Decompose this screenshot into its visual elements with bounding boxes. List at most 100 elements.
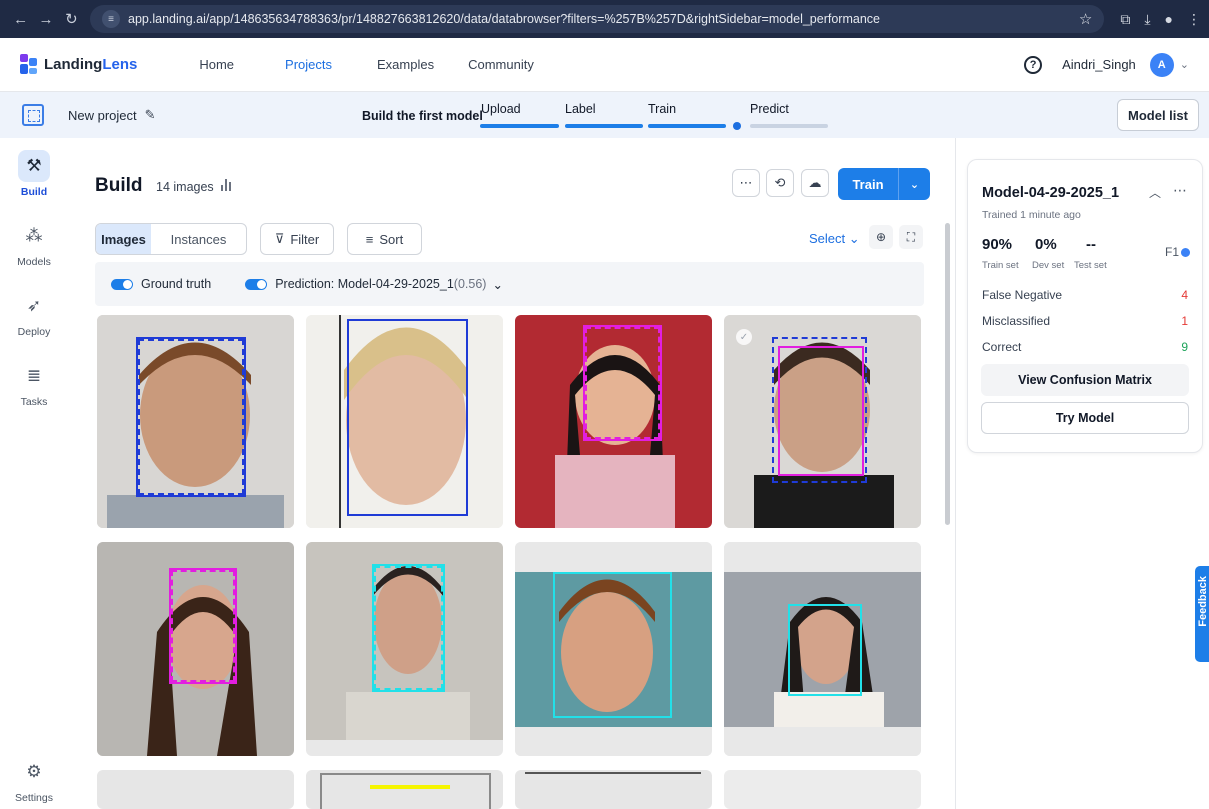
project-icon[interactable] — [22, 104, 44, 126]
test-set-score: -- — [1086, 236, 1096, 253]
image-thumbnail[interactable] — [724, 542, 921, 756]
help-icon[interactable]: ? — [1024, 55, 1043, 74]
nav-projects[interactable]: Projects — [285, 57, 332, 72]
toggle-switch[interactable] — [245, 278, 268, 290]
sidebar-item-tasks[interactable]: ≣ Tasks — [0, 360, 68, 408]
step-train[interactable]: Train — [648, 102, 676, 116]
model-name[interactable]: Model-04-29-2025_1 — [982, 185, 1119, 201]
trained-time: Trained 1 minute ago — [982, 209, 1081, 221]
step-label[interactable]: Label — [565, 102, 596, 116]
feedback-tab[interactable]: Feedback — [1195, 566, 1209, 662]
scrollbar[interactable] — [945, 223, 950, 525]
image-thumbnail[interactable] — [515, 542, 712, 756]
sidebar-item-label: Build — [20, 186, 48, 198]
step-upload-progress — [480, 124, 559, 128]
rocket-icon: ➶ — [26, 296, 42, 315]
bar-chart-icon[interactable] — [221, 179, 231, 191]
nav-community[interactable]: Community — [468, 57, 534, 72]
image-thumbnail[interactable]: ✓ — [724, 315, 921, 528]
sidebar-item-label: Tasks — [20, 396, 48, 408]
history-icon[interactable]: ⟲ — [766, 169, 794, 197]
filter-button[interactable]: ⊽ Filter — [260, 223, 334, 255]
prediction-toggle[interactable]: Prediction: Model-04-29-2025_1 (0.56) ⌄ — [245, 277, 503, 292]
ground-truth-toggle[interactable]: Ground truth — [111, 277, 211, 291]
stat-label: Correct — [982, 340, 1022, 354]
view-toggle: Images Instances — [95, 223, 247, 255]
prediction-box — [374, 566, 443, 690]
tab-images[interactable]: Images — [96, 224, 151, 254]
project-bar: New project ✎ Build the first model Uplo… — [0, 92, 1209, 138]
site-info-icon[interactable]: ≡ — [102, 10, 121, 28]
chevron-down-icon[interactable]: ⌄ — [899, 178, 930, 191]
chevron-down-icon[interactable]: ⌄ — [1180, 58, 1189, 71]
toggle-switch[interactable] — [111, 278, 133, 290]
f1-selector[interactable]: F1 — [1165, 245, 1191, 259]
reload-icon[interactable]: ↻ — [59, 6, 84, 32]
browser-menu-icon[interactable]: ⋮ — [1187, 11, 1201, 28]
more-options-icon[interactable]: ⋯ — [1173, 182, 1187, 199]
sidebar-item-label: Models — [17, 256, 51, 268]
dev-set-score: 0% — [1035, 236, 1057, 253]
project-name[interactable]: New project — [68, 108, 137, 123]
sidebar-item-build[interactable]: ⚒ Build — [0, 150, 68, 198]
sidebar-item-settings[interactable]: ⚙ Settings — [0, 756, 68, 804]
upload-cloud-icon[interactable]: ☁ — [801, 169, 829, 197]
try-model-button[interactable]: Try Model — [981, 402, 1189, 434]
image-thumbnail[interactable] — [97, 315, 294, 528]
back-icon[interactable]: ← — [8, 6, 33, 32]
top-navigation: Landing Lens Home Projects Examples Commu… — [0, 38, 1209, 92]
prediction-score: (0.56) — [453, 277, 487, 291]
sidebar-item-models[interactable]: ⁂ Models — [0, 220, 68, 268]
stat-correct[interactable]: Correct 9 — [982, 340, 1188, 354]
nav-home[interactable]: Home — [199, 57, 234, 72]
tools-icon: ⚒ — [18, 150, 50, 182]
ground-truth-label: Ground truth — [141, 277, 212, 291]
image-thumbnail[interactable] — [515, 315, 712, 528]
image-thumbnail[interactable] — [97, 542, 294, 756]
image-thumbnail[interactable] — [306, 770, 503, 809]
image-thumbnail[interactable] — [97, 770, 294, 809]
step-predict[interactable]: Predict — [750, 102, 789, 116]
image-thumbnail[interactable] — [515, 770, 712, 809]
more-options-button[interactable]: ⋯ — [732, 169, 760, 197]
stat-false-negative[interactable]: False Negative 4 — [982, 288, 1188, 302]
image-thumbnail[interactable] — [306, 315, 503, 528]
sidebar-item-deploy[interactable]: ➶ Deploy — [0, 290, 68, 338]
url-text[interactable]: app.landing.ai/app/148635634788363/pr/14… — [128, 12, 880, 26]
step-predict-progress — [750, 124, 828, 128]
step-upload[interactable]: Upload — [481, 102, 521, 116]
bookmark-star-icon[interactable]: ☆ — [1079, 10, 1092, 28]
train-button[interactable]: Train ⌄ — [838, 168, 930, 200]
forward-icon[interactable]: → — [33, 6, 58, 32]
nav-examples[interactable]: Examples — [377, 57, 434, 72]
info-icon[interactable] — [1181, 247, 1191, 257]
image-thumbnail[interactable] — [306, 542, 503, 756]
user-name[interactable]: Aindri_Singh — [1062, 57, 1136, 72]
edit-pencil-icon[interactable]: ✎ — [145, 107, 156, 123]
stat-misclassified[interactable]: Misclassified 1 — [982, 314, 1188, 328]
landinglens-logo[interactable]: Landing Lens — [20, 53, 137, 76]
chevron-down-icon[interactable]: ⌄ — [492, 277, 502, 292]
prediction-box — [778, 346, 864, 476]
step-train-progress — [648, 124, 726, 128]
view-confusion-matrix-button[interactable]: View Confusion Matrix — [981, 364, 1189, 396]
profile-icon[interactable]: ● — [1165, 11, 1173, 27]
extensions-icon[interactable]: ⧉ — [1120, 11, 1130, 28]
tab-instances[interactable]: Instances — [151, 224, 246, 254]
sort-button[interactable]: ≡ Sort — [347, 223, 422, 255]
select-dropdown[interactable]: Select ⌄ — [809, 231, 860, 247]
stat-label: Misclassified — [982, 314, 1051, 328]
avatar[interactable]: A — [1149, 52, 1174, 77]
chevron-up-icon[interactable]: ︿ — [1149, 184, 1161, 201]
zoom-in-icon[interactable]: ⊕ — [869, 225, 893, 249]
step-current-dot — [733, 122, 741, 130]
build-panel: Build 14 images ⋯ ⟲ ☁ Train ⌄ Images Ins… — [76, 145, 952, 809]
address-bar[interactable]: ≡ app.landing.ai/app/148635634788363/pr/… — [90, 5, 1105, 33]
download-icon[interactable]: ⤓ — [1144, 11, 1150, 28]
model-list-button[interactable]: Model list — [1117, 99, 1199, 131]
browser-toolbar: ← → ↻ ≡ app.landing.ai/app/1486356347883… — [0, 0, 1209, 38]
fit-screen-icon[interactable]: ⛶ — [899, 225, 923, 249]
stat-label: False Negative — [982, 288, 1063, 302]
image-thumbnail[interactable] — [724, 770, 921, 809]
select-check-icon[interactable]: ✓ — [736, 329, 752, 345]
